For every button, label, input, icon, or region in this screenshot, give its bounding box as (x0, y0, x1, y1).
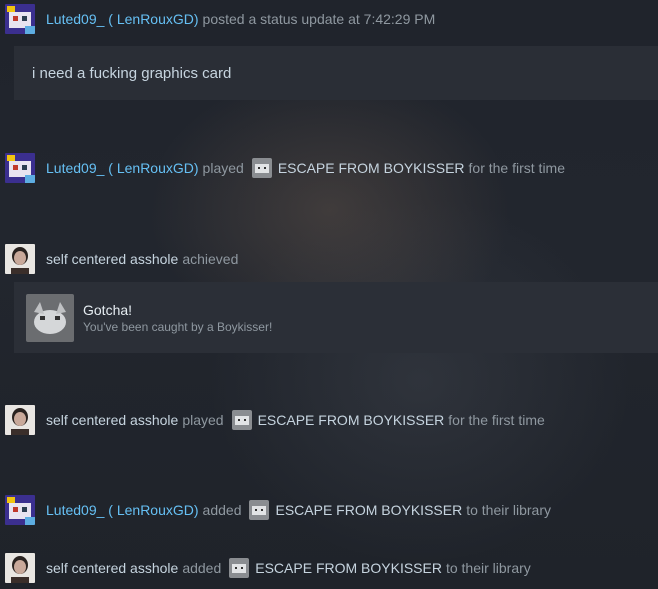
game-icon[interactable] (231, 410, 252, 430)
feed-item-played: self centered asshole played ESCAPE FROM… (5, 405, 545, 435)
action-verb: added (202, 502, 242, 518)
user-link[interactable]: Luted09_ ( LenRouxGD) (46, 160, 199, 176)
game-icon[interactable] (249, 500, 270, 520)
feed-item-played: Luted09_ ( LenRouxGD) played ESCAPE FROM… (5, 153, 565, 183)
achievement-card: Gotcha! You've been caught by a Boykisse… (14, 282, 658, 353)
achievement-icon (26, 293, 74, 342)
pixel-avatar-icon[interactable] (5, 4, 35, 34)
status-post: i need a fucking graphics card (14, 46, 658, 100)
achievement-description: You've been caught by a Boykisser! (83, 319, 273, 334)
action-tail: to their library (466, 502, 552, 518)
action-verb: achieved (182, 251, 239, 267)
game-icon[interactable] (229, 558, 250, 578)
pixel-avatar-icon[interactable] (5, 495, 35, 525)
action-verb: added (182, 560, 222, 576)
action-verb: played (202, 160, 244, 176)
game-link[interactable]: ESCAPE FROM BOYKISSER (278, 160, 465, 176)
action-tail: for the first time (448, 412, 545, 428)
action-tail: for the first time (468, 160, 565, 176)
user-link[interactable]: self centered asshole (46, 251, 178, 267)
feed-item-added: Luted09_ ( LenRouxGD) added ESCAPE FROM … (5, 495, 551, 525)
game-link[interactable]: ESCAPE FROM BOYKISSER (258, 412, 445, 428)
feed-item-achieved: self centered asshole achieved (5, 244, 238, 274)
game-link[interactable]: ESCAPE FROM BOYKISSER (255, 560, 442, 576)
portrait-avatar-icon[interactable] (5, 244, 35, 274)
portrait-avatar-icon[interactable] (5, 553, 35, 583)
user-link[interactable]: self centered asshole (46, 560, 178, 576)
status-text: i need a fucking graphics card (32, 64, 232, 82)
achievement-title: Gotcha! (83, 301, 133, 318)
portrait-avatar-icon[interactable] (5, 405, 35, 435)
feed-item-status: Luted09_ ( LenRouxGD) posted a status up… (5, 4, 435, 34)
feed-item-added: self centered asshole added ESCAPE FROM … (5, 553, 531, 583)
action-verb: played (182, 412, 224, 428)
status-action-text: posted a status update at 7:42:29 PM (202, 11, 436, 27)
user-link[interactable]: self centered asshole (46, 412, 178, 428)
user-link[interactable]: Luted09_ ( LenRouxGD) (46, 11, 199, 27)
pixel-avatar-icon[interactable] (5, 153, 35, 183)
user-link[interactable]: Luted09_ ( LenRouxGD) (46, 502, 199, 518)
game-link[interactable]: ESCAPE FROM BOYKISSER (275, 502, 462, 518)
game-icon[interactable] (251, 158, 272, 178)
action-tail: to their library (445, 560, 531, 576)
